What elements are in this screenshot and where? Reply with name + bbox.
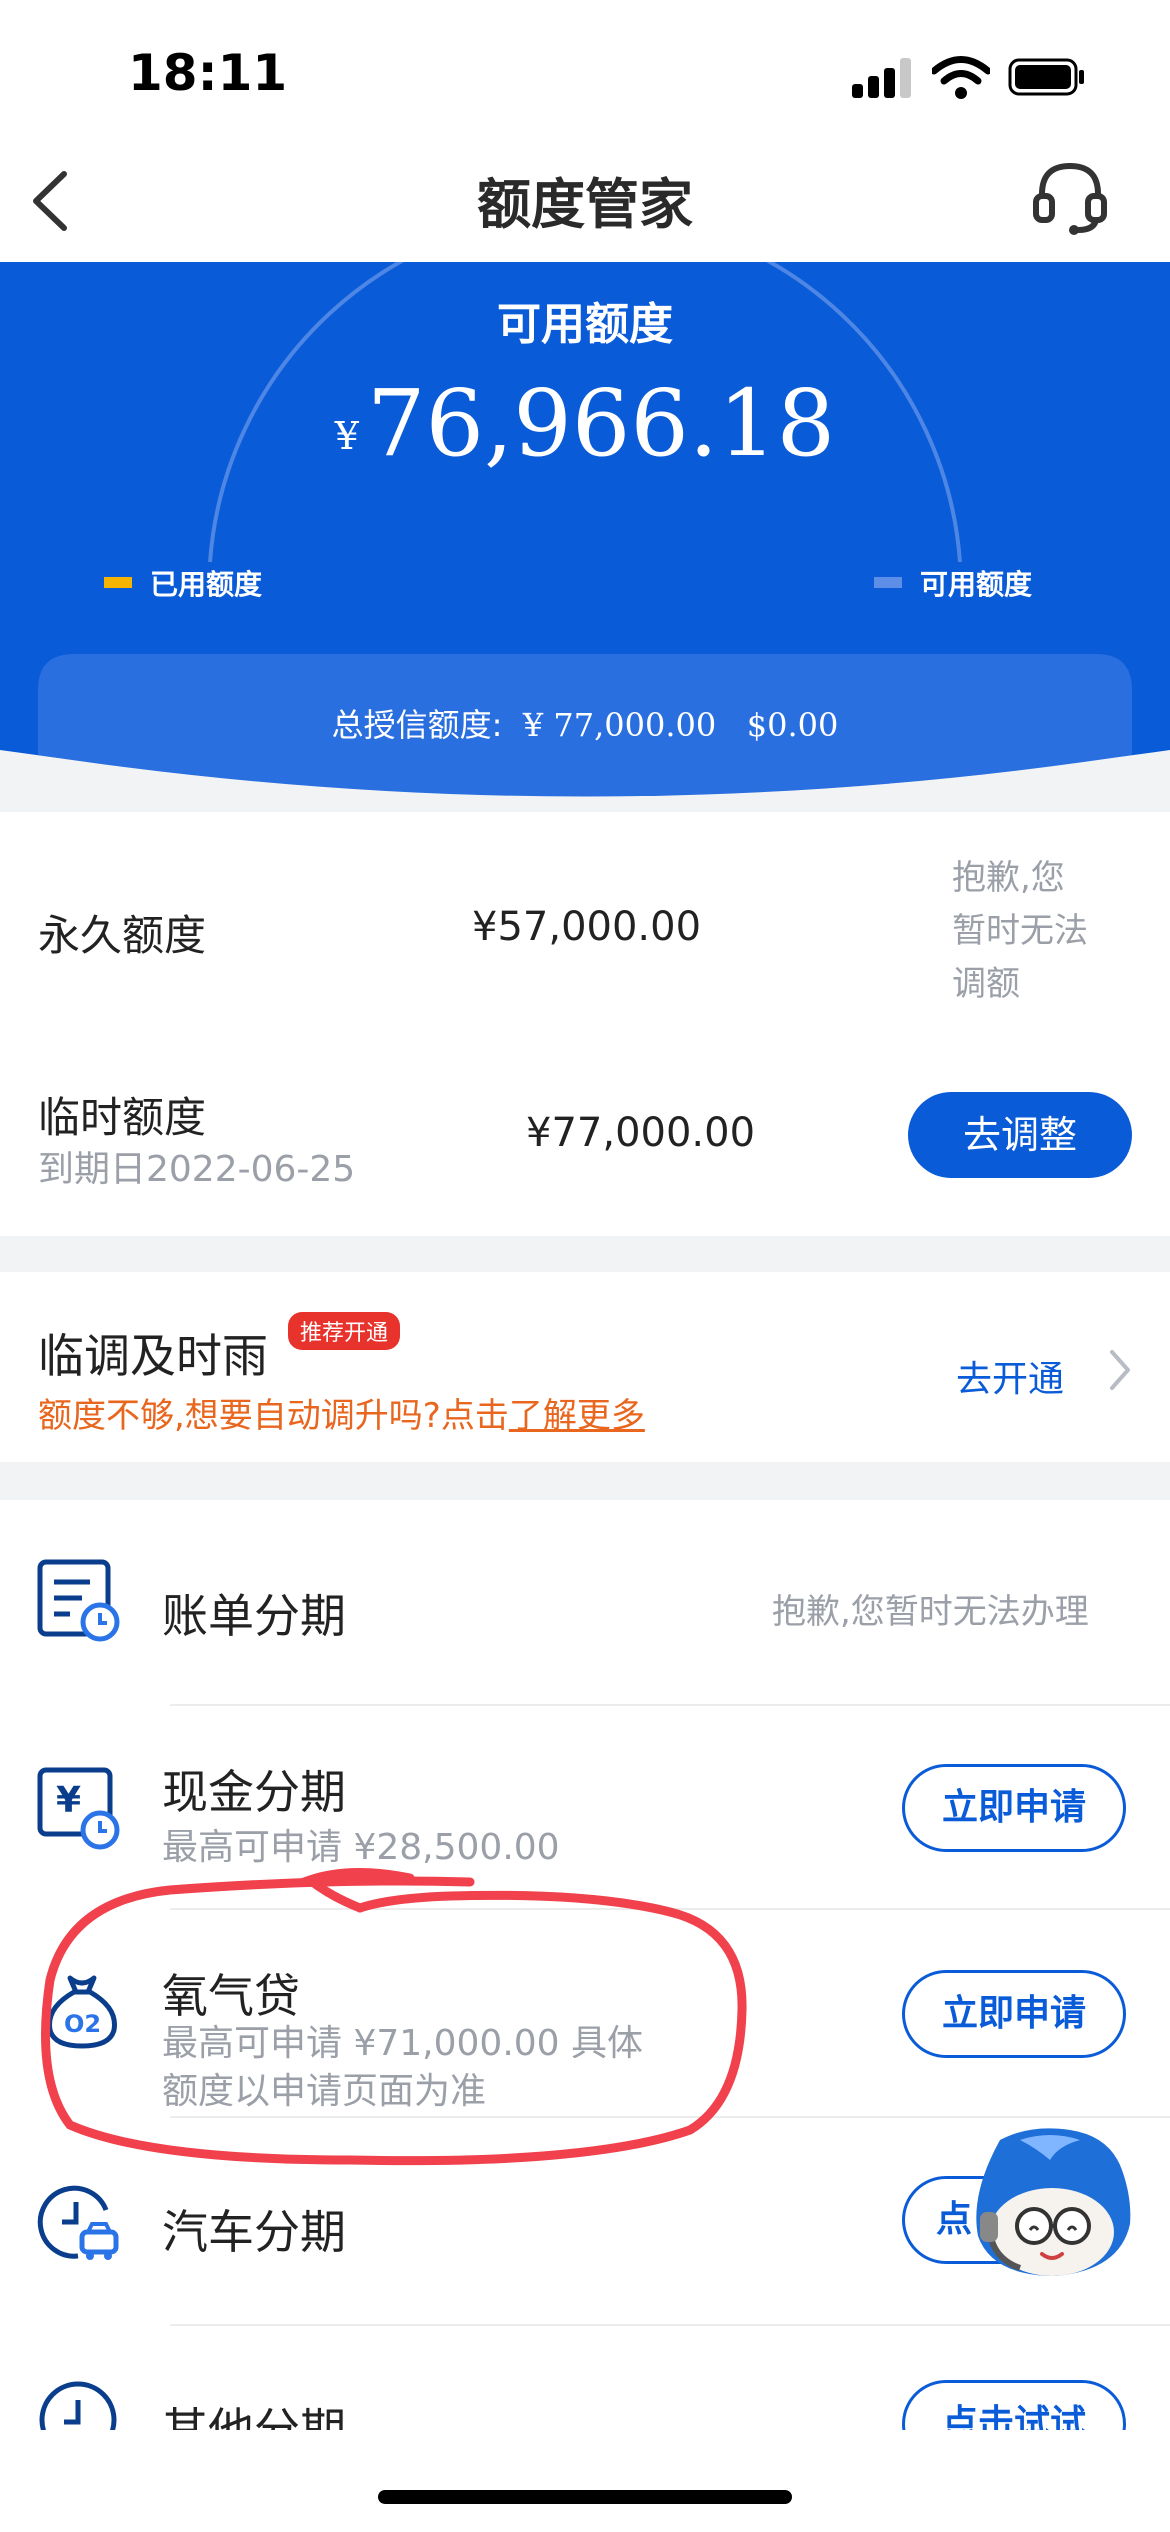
- legend-available: 可用额度: [874, 563, 1032, 603]
- headset-icon[interactable]: [1030, 160, 1110, 236]
- oxygen-loan-apply-button[interactable]: 立即申请: [902, 1970, 1126, 2058]
- temporary-credit-amount: ¥77,000.00: [526, 1110, 756, 1156]
- cash-installment-title: 现金分期: [162, 1765, 346, 1819]
- permanent-credit-label: 永久额度: [38, 911, 207, 960]
- activate-link[interactable]: 去开通: [956, 1350, 1064, 1402]
- learn-more-link[interactable]: 了解更多: [509, 1396, 645, 1436]
- car-installment-title: 汽车分期: [162, 2205, 346, 2259]
- bill-installment-icon: [37, 1559, 120, 1642]
- currency-symbol: ¥: [334, 414, 359, 458]
- total-credit-usd: $0.00: [746, 706, 839, 744]
- available-credit-amount: ¥76,966.18: [0, 370, 1170, 477]
- svg-text:¥: ¥: [56, 1780, 81, 1821]
- timely-rain-desc: 额度不够,想要自动调升吗?点击了解更多: [38, 1396, 645, 1436]
- temporary-credit-expiry: 到期日2022-06-25: [38, 1149, 356, 1190]
- total-credit-cny: ¥ 77,000.00: [522, 706, 717, 744]
- page-title: 额度管家: [477, 173, 693, 236]
- cash-installment-apply-button[interactable]: 立即申请: [902, 1764, 1126, 1852]
- red-circle-annotation: [41, 1867, 747, 2166]
- cash-installment-icon: ¥: [37, 1767, 120, 1850]
- permanent-credit-note: 抱歉,您 暂时无法 调额: [952, 858, 1088, 1004]
- other-installment-row[interactable]: 其他分期 点击试试: [0, 2380, 1170, 2430]
- legend-available-swatch: [874, 577, 902, 588]
- chevron-right-icon: [1110, 1350, 1130, 1390]
- wifi-icon: [932, 56, 990, 99]
- cellular-signal-icon: [852, 58, 912, 98]
- battery-icon: [1008, 58, 1084, 96]
- bill-installment-note: 抱歉,您暂时无法办理: [772, 1592, 1089, 1632]
- available-credit-label: 可用额度: [497, 299, 673, 350]
- car-clock-icon: [37, 2185, 119, 2260]
- clock-icon: [39, 2381, 117, 2430]
- timely-rain-title: 临调及时雨: [38, 1329, 268, 1383]
- total-credit-label: 总授信额度:: [331, 706, 503, 744]
- temporary-credit-label: 临时额度: [38, 1093, 207, 1142]
- water-drop-mascot-icon[interactable]: [960, 2120, 1138, 2286]
- row-divider: [170, 2324, 1170, 2326]
- legend-used-swatch: [104, 577, 132, 588]
- home-indicator[interactable]: [378, 2490, 792, 2504]
- other-installment-button[interactable]: 点击试试: [902, 2380, 1126, 2430]
- available-credit-value: 76,966.18: [366, 370, 836, 477]
- bill-installment-title: 账单分期: [162, 1589, 346, 1643]
- bottom-safe-area: [0, 2430, 1170, 2532]
- row-divider: [170, 1704, 1170, 1706]
- other-installment-title: 其他分期: [162, 2403, 346, 2430]
- permanent-credit-amount: ¥57,000.00: [472, 904, 702, 950]
- recommend-badge: 推荐开通: [288, 1312, 401, 1350]
- total-credit: 总授信额度: ¥ 77,000.00 $0.00: [36, 700, 1134, 746]
- status-time: 18:11: [128, 44, 288, 102]
- legend-used: 已用额度: [104, 563, 262, 603]
- adjust-button[interactable]: 去调整: [908, 1092, 1132, 1178]
